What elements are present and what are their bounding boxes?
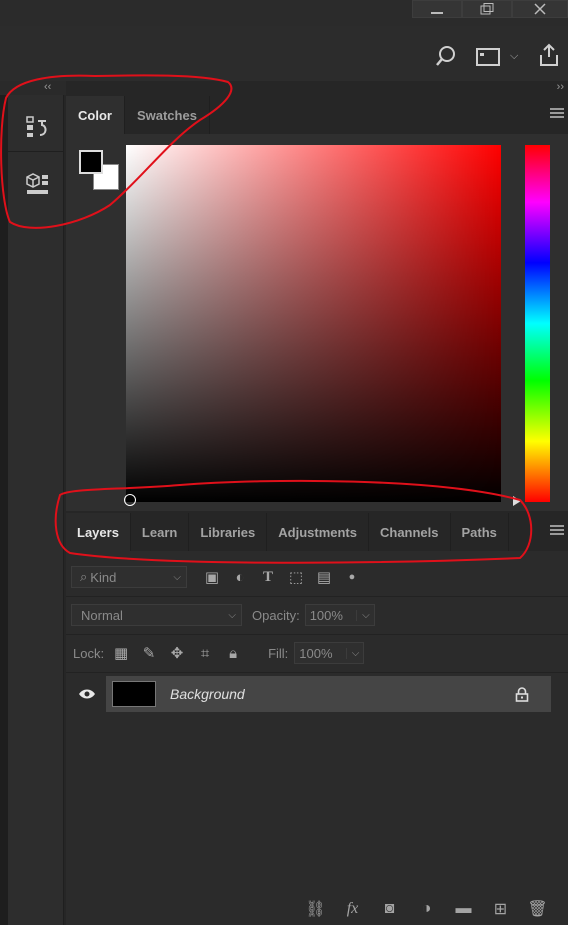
lock-all-icon[interactable]: 🔒︎ <box>222 642 244 664</box>
right-collapse-strip[interactable]: ›› <box>66 81 568 95</box>
tab-swatches[interactable]: Swatches <box>125 96 210 134</box>
lock-label: Lock: <box>73 645 105 661</box>
tab-color[interactable]: Color <box>66 96 125 134</box>
color-picker-cursor[interactable] <box>124 494 136 506</box>
filter-kind-label: Kind <box>90 569 117 585</box>
fill-input[interactable]: 100% ⌵ <box>294 642 365 664</box>
adjustment-layer-icon[interactable]: ◑ <box>408 895 445 923</box>
filter-type-icon[interactable]: T <box>257 566 279 588</box>
chevron-down-icon: ⌵ <box>356 609 370 621</box>
filter-adjustment-icon[interactable]: ◐ <box>229 566 251 588</box>
foreground-color-swatch[interactable] <box>79 150 103 174</box>
collapse-right-icon[interactable]: ›› <box>557 81 564 93</box>
tab-learn[interactable]: Learn <box>131 513 190 551</box>
layers-panel-menu-icon[interactable] <box>550 525 564 537</box>
workspace-layout-icon[interactable] <box>476 48 500 66</box>
hue-slider[interactable] <box>525 145 550 502</box>
title-bar <box>0 0 568 26</box>
color-field[interactable] <box>126 145 501 502</box>
lock-transparent-icon[interactable]: ▦ <box>110 642 132 664</box>
restore-button[interactable] <box>462 0 512 18</box>
history-icon <box>26 116 47 137</box>
filter-kind-dropdown[interactable]: ⌕ Kind ⌵ <box>71 566 187 588</box>
cube-icon <box>26 173 48 194</box>
option-bar: ⌵ <box>0 26 568 82</box>
3d-panel-button[interactable] <box>18 165 56 201</box>
tab-channels[interactable]: Channels <box>369 513 451 551</box>
layer-thumbnail <box>112 681 156 707</box>
color-panel: Color Swatches <box>66 96 568 511</box>
layer-name: Background <box>170 686 245 702</box>
chevron-down-icon: ⌵ <box>173 571 181 583</box>
eye-icon[interactable] <box>78 688 96 700</box>
close-icon <box>534 3 546 15</box>
minimize-button[interactable] <box>412 0 462 18</box>
filter-shape-icon[interactable]: ⬚ <box>285 566 307 588</box>
hue-slider-handle[interactable] <box>513 496 521 506</box>
minimize-icon <box>431 12 443 14</box>
opacity-label: Opacity: <box>252 607 300 623</box>
layer-filter-row: ⌕ Kind ⌵ ▣ ◐ T ⬚ ▤ ● <box>66 558 568 597</box>
search-icon[interactable] <box>436 45 458 67</box>
lock-position-icon[interactable]: ✥ <box>166 642 188 664</box>
lock-artboard-icon[interactable]: ⌗ <box>194 642 216 664</box>
blend-mode-dropdown[interactable]: Normal ⌵ <box>71 604 242 626</box>
filter-smartobject-icon[interactable]: ▤ <box>313 566 335 588</box>
close-button[interactable] <box>512 0 568 18</box>
trash-icon[interactable]: 🗑︎ <box>519 895 556 923</box>
opacity-input[interactable]: 100% ⌵ <box>304 604 375 626</box>
panel-dock <box>8 95 64 925</box>
chevron-down-icon: ⌵ <box>345 647 359 659</box>
layers-panel-tabs: Layers Learn Libraries Adjustments Chann… <box>66 513 568 551</box>
tab-adjustments[interactable]: Adjustments <box>267 513 369 551</box>
chevron-down-icon[interactable]: ⌵ <box>510 50 518 63</box>
filter-toggle-icon[interactable]: ● <box>341 566 363 588</box>
layer-style-icon[interactable]: fx <box>334 895 371 923</box>
tab-layers[interactable]: Layers <box>66 513 131 551</box>
panel-menu-icon[interactable] <box>550 108 564 120</box>
left-collapse-strip[interactable]: ‹‹ <box>0 81 66 95</box>
blend-row: Normal ⌵ Opacity: 100% ⌵ <box>66 596 568 635</box>
color-panel-tabs: Color Swatches <box>66 96 568 134</box>
link-layers-icon[interactable]: ⛓︎ <box>297 895 334 923</box>
tab-libraries[interactable]: Libraries <box>189 513 268 551</box>
filter-pixel-icon[interactable]: ▣ <box>201 566 223 588</box>
blend-mode-value: Normal <box>81 607 123 623</box>
share-icon[interactable] <box>538 43 560 67</box>
layers-bottom-bar: ⛓︎ fx ◙ ◑ ▬ ⊞ 🗑︎ <box>66 893 568 925</box>
lock-image-icon[interactable]: ✎ <box>138 642 160 664</box>
lock-icon <box>515 686 529 702</box>
layer-row[interactable]: Background <box>106 676 551 712</box>
window-controls <box>412 0 568 18</box>
restore-icon <box>480 3 494 15</box>
opacity-value: 100% <box>309 607 343 623</box>
fill-value: 100% <box>299 645 333 661</box>
dock-divider <box>8 151 63 152</box>
new-layer-icon[interactable]: ⊞ <box>482 895 519 923</box>
fill-label: Fill: <box>268 645 289 661</box>
chevron-down-icon: ⌵ <box>228 609 236 621</box>
new-group-icon[interactable]: ▬ <box>445 895 482 923</box>
lock-row: Lock: ▦ ✎ ✥ ⌗ 🔒︎ Fill: 100% ⌵ <box>66 634 568 673</box>
layers-panel: Layers Learn Libraries Adjustments Chann… <box>66 513 568 925</box>
history-panel-button[interactable] <box>18 109 56 145</box>
search-icon: ⌕ <box>80 569 88 584</box>
add-mask-icon[interactable]: ◙ <box>371 895 408 923</box>
tab-paths[interactable]: Paths <box>451 513 509 551</box>
collapse-left-icon[interactable]: ‹‹ <box>44 81 51 93</box>
left-edge-strip <box>0 95 8 925</box>
